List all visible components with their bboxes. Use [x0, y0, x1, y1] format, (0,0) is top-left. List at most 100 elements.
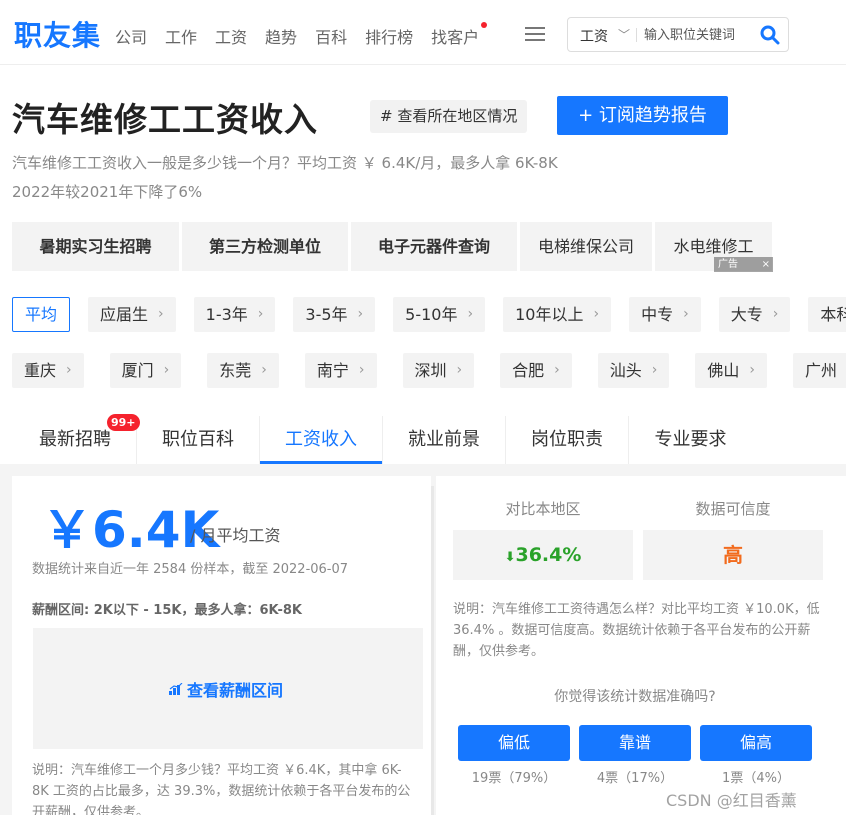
ad-badge: 广告 ×	[714, 257, 773, 272]
nav-item-jobs[interactable]: 工作	[165, 24, 197, 48]
city-xiamen[interactable]: 厦门 ›	[109, 353, 182, 388]
count-badge: 99+	[107, 414, 140, 431]
filter-label: 中专	[641, 305, 674, 324]
city-label: 汕头	[609, 361, 642, 380]
filter-label: 1-3年	[205, 305, 248, 324]
filter-1-3-years[interactable]: 1-3年 ›	[193, 297, 276, 332]
nav-item-rankings[interactable]: 排行榜	[365, 24, 413, 48]
filter-3-5-years[interactable]: 3-5年 ›	[293, 297, 376, 332]
vote-too-high-button[interactable]: 偏高	[700, 725, 812, 761]
nav-item-wiki[interactable]: 百科	[315, 24, 347, 48]
filter-label: 本科	[820, 305, 846, 324]
filter-label: 3-5年	[305, 305, 348, 324]
content-tabs: 最新招聘 99+ 职位百科 工资收入 就业前景 岗位职责 专业要求	[14, 414, 752, 464]
city-foshan[interactable]: 佛山 ›	[695, 353, 767, 388]
filter-5-10-years[interactable]: 5-10年 ›	[393, 297, 486, 332]
filter-secondary-vocational[interactable]: 中专 ›	[629, 297, 701, 332]
search-type-select[interactable]: 工资	[580, 26, 608, 46]
tab-job-duties[interactable]: 岗位职责	[506, 416, 629, 464]
vote-count: 19票（79%）	[471, 771, 557, 786]
vote-too-low-button[interactable]: 偏低	[458, 725, 570, 761]
city-chongqing[interactable]: 重庆 ›	[12, 353, 84, 388]
accuracy-question: 你觉得该统计数据准确吗?	[554, 689, 716, 705]
tab-label: 就业前景	[408, 429, 480, 450]
filter-average[interactable]: 平均	[12, 297, 71, 332]
nav-item-find-customers-label: 找客户	[431, 28, 480, 47]
main-nav: 公司 工作 工资 趋势 百科 排行榜 找客户	[115, 22, 488, 48]
city-label: 合肥	[512, 361, 545, 380]
tab-requirements[interactable]: 专业要求	[629, 416, 752, 464]
ad-links: 暑期实习生招聘 第三方检测单位 电子元器件查询 电梯维保公司 水电维修工	[12, 222, 772, 271]
nav-item-salary[interactable]: 工资	[215, 24, 247, 48]
filter-label: 5-10年	[405, 305, 458, 324]
ad-badge-label: 广告	[718, 259, 738, 270]
salary-range-panel: 查看薪酬区间	[33, 628, 423, 749]
chevron-right-icon: ›	[163, 362, 170, 378]
comparison-card: 对比本地区 数据可信度 ⬇36.4% 高 说明：汽车维修工工资待遇怎么样？对比平…	[436, 476, 846, 815]
search-icon[interactable]	[760, 25, 780, 45]
chevron-right-icon: ›	[467, 306, 474, 322]
tab-label: 专业要求	[654, 429, 727, 450]
compare-local-value: ⬇36.4%	[453, 530, 633, 580]
tab-label: 岗位职责	[531, 429, 603, 450]
site-logo[interactable]: 职友集	[14, 14, 101, 54]
filter-label: 应届生	[100, 305, 149, 324]
city-shantou[interactable]: 汕头 ›	[597, 353, 670, 388]
chevron-right-icon: ›	[257, 306, 264, 322]
filter-10-plus-years[interactable]: 10年以上 ›	[503, 297, 612, 332]
city-dongguan[interactable]: 东莞 ›	[207, 353, 279, 388]
view-salary-range-link[interactable]: 查看薪酬区间	[169, 677, 283, 701]
city-nanning[interactable]: 南宁 ›	[304, 353, 377, 388]
vote-count: 4票（17%）	[596, 771, 674, 786]
city-shenzhen[interactable]: 深圳 ›	[402, 353, 475, 388]
tab-label: 最新招聘	[39, 429, 111, 450]
average-salary-unit: / 月平均工资	[190, 526, 281, 545]
tab-career-prospects[interactable]: 就业前景	[383, 416, 506, 464]
vote-accurate-button[interactable]: 靠谱	[579, 725, 691, 761]
chevron-right-icon: ›	[593, 306, 600, 322]
city-label: 东莞	[219, 361, 252, 380]
top-navigation-bar: 职友集 公司 工作 工资 趋势 百科 排行榜 找客户 工资 ﹀	[0, 0, 846, 65]
chevron-right-icon: ›	[261, 362, 267, 378]
nav-item-trends[interactable]: 趋势	[265, 24, 297, 48]
menu-icon[interactable]	[525, 27, 545, 41]
credibility-value: 高	[643, 530, 823, 580]
city-label: 深圳	[414, 361, 447, 380]
salary-summary: 汽车维修工工资收入一般是多少钱一个月？平均工资 ￥ 6.4K/月，最多人拿 6K…	[12, 154, 558, 172]
filter-fresh-graduate[interactable]: 应届生 ›	[88, 297, 176, 332]
tab-latest-jobs[interactable]: 最新招聘 99+	[14, 414, 140, 464]
tab-label: 工资收入	[285, 429, 357, 450]
filter-label: 平均	[25, 305, 58, 324]
salary-explanation: 说明：汽车维修工一个月多少钱？平均工资 ￥6.4K，其中拿 6K-8K 工资的占…	[32, 763, 411, 815]
filter-label: 大专	[730, 305, 763, 324]
city-label: 南宁	[316, 361, 349, 380]
filter-bachelor[interactable]: 本科	[808, 297, 846, 332]
sample-note: 数据统计来自近一年 2584 份样本，截至 2022-06-07	[32, 562, 349, 577]
vote-count: 1票（4%）	[722, 771, 790, 786]
ad-link[interactable]: 电子元器件查询	[351, 222, 517, 271]
nav-item-find-customers[interactable]: 找客户	[431, 22, 488, 48]
search-input[interactable]	[644, 23, 754, 47]
card-divider	[431, 486, 434, 815]
view-region-button[interactable]: # 查看所在地区情况	[370, 100, 528, 133]
comparison-explanation: 说明：汽车维修工工资待遇怎么样？对比平均工资 ￥10.0K，低 36.4% 。数…	[453, 602, 820, 659]
watermark: CSDN @红目香薰	[666, 791, 797, 810]
city-label: 重庆	[24, 361, 57, 380]
search-box: 工资 ﹀	[567, 17, 789, 52]
search-divider	[636, 28, 637, 42]
ad-link[interactable]: 第三方检测单位	[182, 222, 348, 271]
close-icon[interactable]: ×	[762, 257, 770, 272]
city-guangzhou[interactable]: 广州›	[793, 353, 846, 388]
nav-item-company[interactable]: 公司	[115, 24, 147, 48]
filter-label: 10年以上	[515, 305, 584, 324]
chevron-down-icon[interactable]: ﹀	[618, 26, 630, 43]
city-label: 佛山	[707, 361, 740, 380]
ad-link[interactable]: 电梯维保公司	[520, 222, 652, 271]
filter-junior-college[interactable]: 大专 ›	[718, 297, 791, 332]
ad-link[interactable]: 暑期实习生招聘	[12, 222, 179, 271]
tab-job-wiki[interactable]: 职位百科	[137, 416, 260, 464]
city-hefei[interactable]: 合肥 ›	[500, 353, 572, 388]
subscribe-report-button[interactable]: + 订阅趋势报告	[557, 96, 728, 135]
tab-salary-income[interactable]: 工资收入	[260, 416, 383, 464]
view-salary-range-label: 查看薪酬区间	[187, 681, 284, 700]
